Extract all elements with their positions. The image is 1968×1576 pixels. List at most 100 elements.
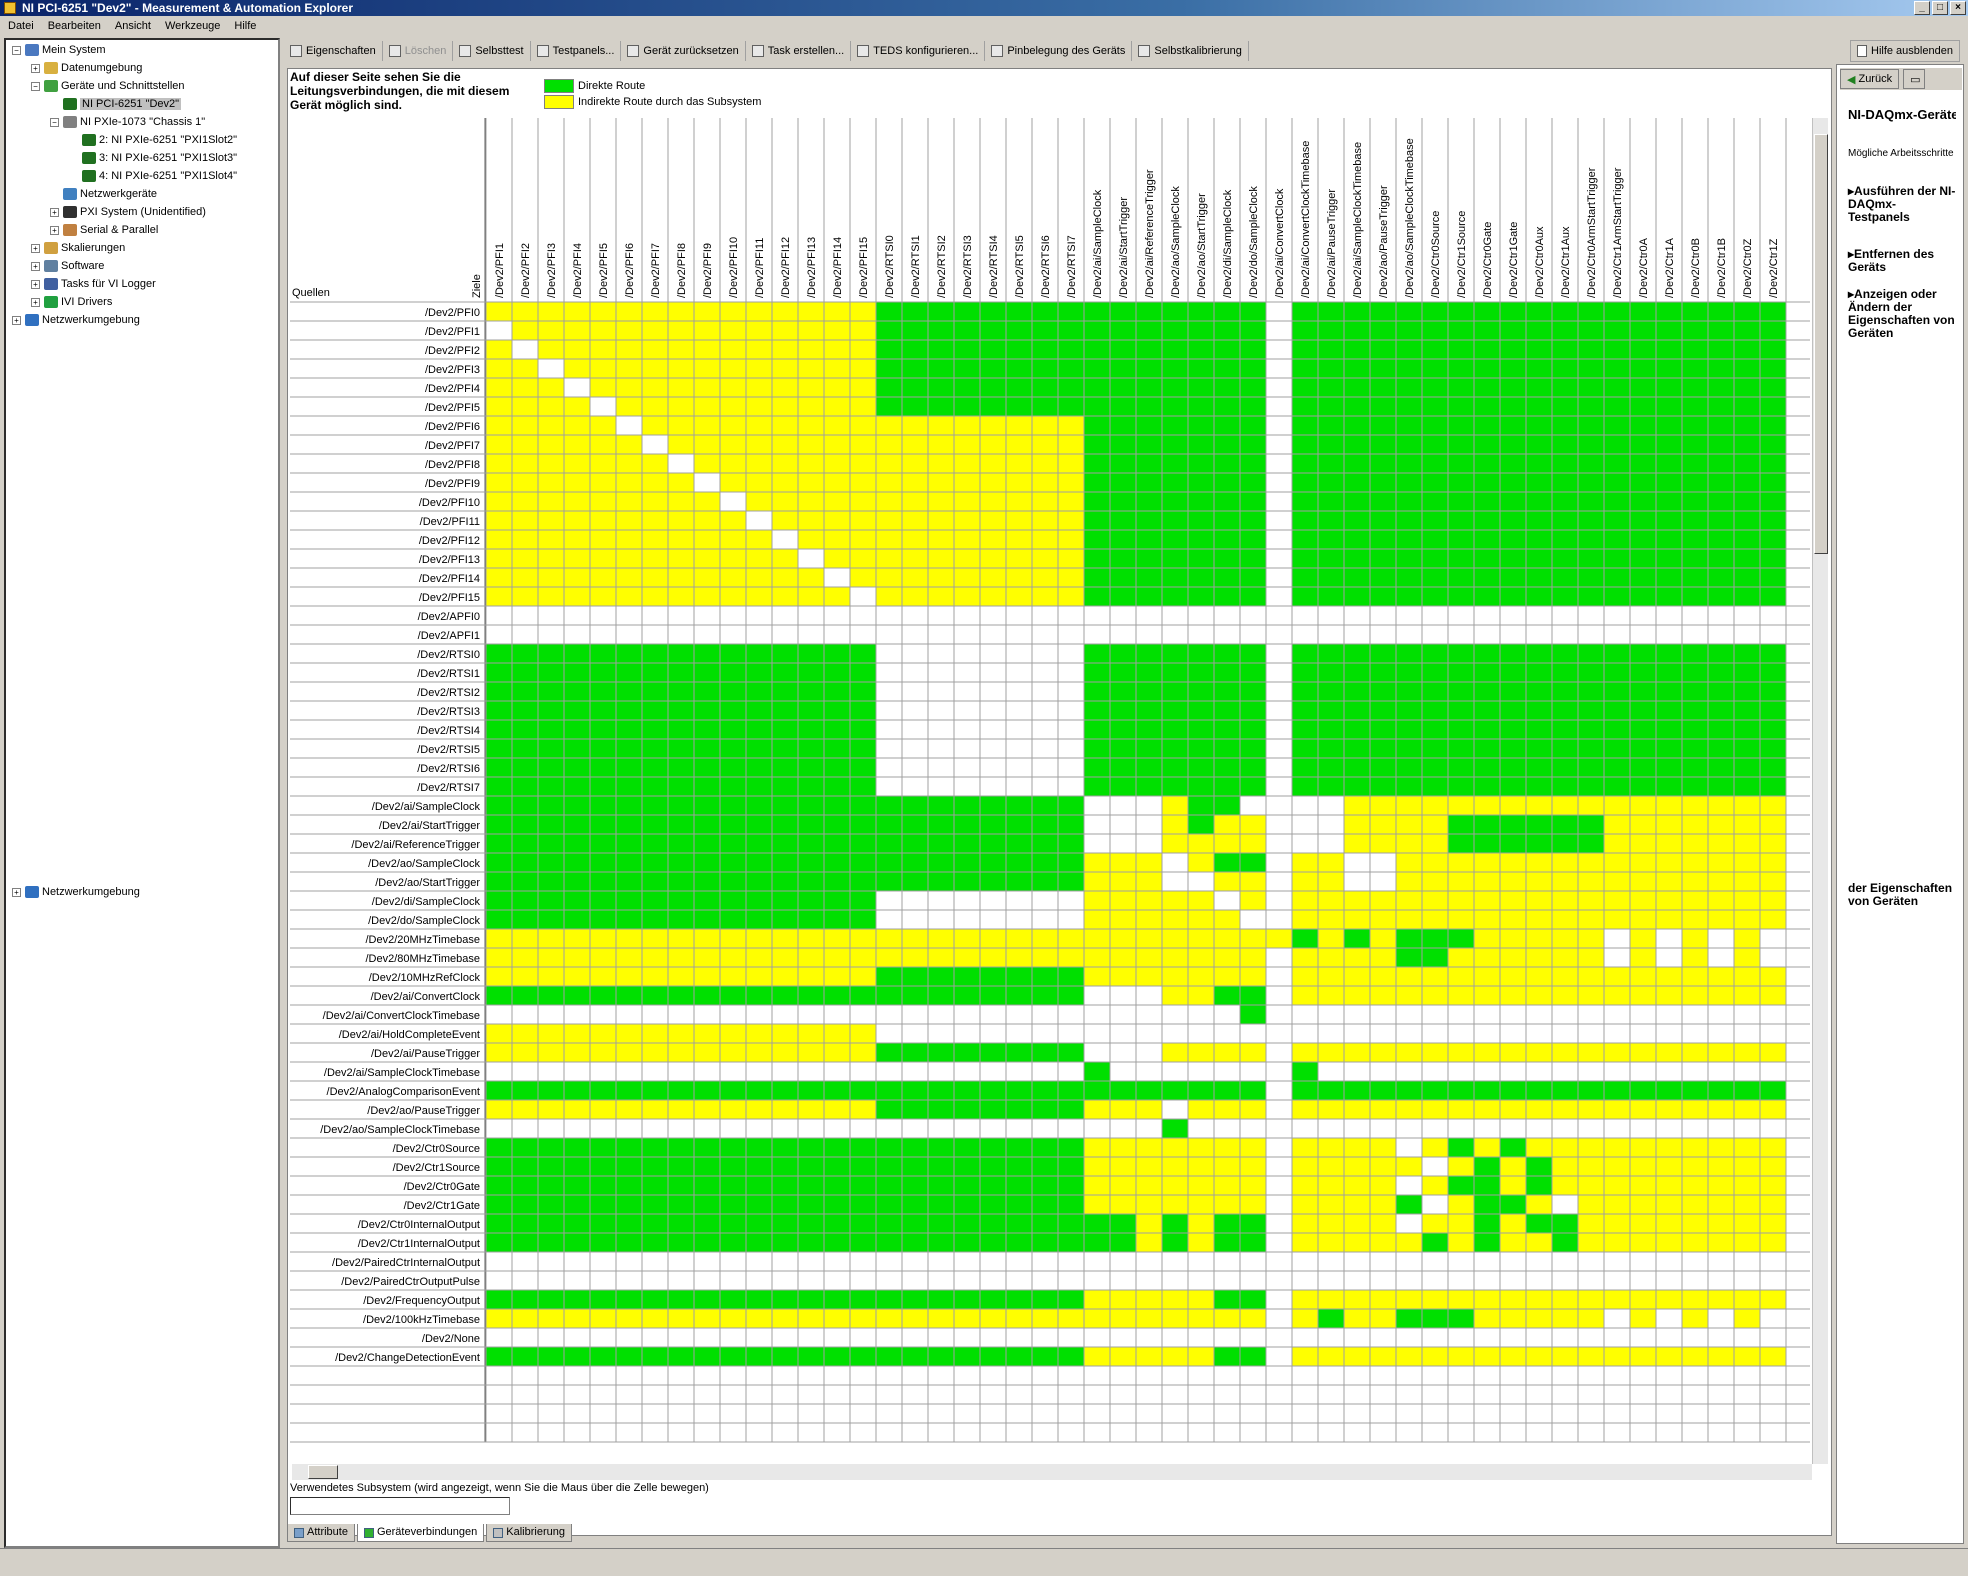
route-cell[interactable]	[850, 682, 876, 701]
route-cell[interactable]	[1084, 454, 1110, 473]
route-cell[interactable]	[1734, 891, 1760, 910]
route-cell[interactable]	[1448, 1081, 1474, 1100]
route-cell[interactable]	[1084, 663, 1110, 682]
route-cell[interactable]	[1370, 815, 1396, 834]
route-cell[interactable]	[694, 1233, 720, 1252]
route-cell[interactable]	[1058, 1309, 1084, 1328]
tree-item[interactable]: Netzwerkgeräte	[50, 186, 157, 202]
route-cell[interactable]	[1578, 473, 1604, 492]
route-cell[interactable]	[564, 872, 590, 891]
route-cell[interactable]	[538, 397, 564, 416]
route-cell[interactable]	[564, 359, 590, 378]
route-cell[interactable]	[1006, 473, 1032, 492]
route-cell[interactable]	[1110, 359, 1136, 378]
route-cell[interactable]	[1292, 568, 1318, 587]
route-cell[interactable]	[1422, 397, 1448, 416]
route-cell[interactable]	[772, 739, 798, 758]
route-cell[interactable]	[980, 625, 1006, 644]
route-cell[interactable]	[590, 796, 616, 815]
route-cell[interactable]	[1292, 815, 1318, 834]
route-cell[interactable]	[1370, 758, 1396, 777]
route-cell[interactable]	[1760, 948, 1786, 967]
route-cell[interactable]	[772, 1100, 798, 1119]
route-cell[interactable]	[850, 1043, 876, 1062]
route-cell[interactable]	[1266, 473, 1292, 492]
route-cell[interactable]	[564, 644, 590, 663]
route-cell[interactable]	[1500, 948, 1526, 967]
route-cell[interactable]	[876, 1138, 902, 1157]
route-cell[interactable]	[1240, 1195, 1266, 1214]
route-cell[interactable]	[1292, 644, 1318, 663]
route-cell[interactable]	[1188, 1062, 1214, 1081]
route-cell[interactable]	[1084, 758, 1110, 777]
route-cell[interactable]	[616, 1062, 642, 1081]
route-cell[interactable]	[1682, 1005, 1708, 1024]
route-cell[interactable]	[512, 739, 538, 758]
route-cell[interactable]	[1136, 1233, 1162, 1252]
route-cell[interactable]	[616, 359, 642, 378]
route-cell[interactable]	[876, 853, 902, 872]
route-cell[interactable]	[1214, 682, 1240, 701]
route-cell[interactable]	[486, 302, 512, 321]
route-cell[interactable]	[824, 1062, 850, 1081]
route-cell[interactable]	[1136, 1100, 1162, 1119]
route-cell[interactable]	[876, 378, 902, 397]
route-cell[interactable]	[1682, 1100, 1708, 1119]
route-cell[interactable]	[564, 302, 590, 321]
route-cell[interactable]	[564, 739, 590, 758]
route-cell[interactable]	[1604, 435, 1630, 454]
route-cell[interactable]	[954, 1309, 980, 1328]
route-cell[interactable]	[1734, 720, 1760, 739]
route-cell[interactable]	[1734, 1119, 1760, 1138]
route-cell[interactable]	[616, 910, 642, 929]
route-cell[interactable]	[1630, 815, 1656, 834]
route-cell[interactable]	[1318, 340, 1344, 359]
route-cell[interactable]	[1630, 1005, 1656, 1024]
route-cell[interactable]	[486, 1214, 512, 1233]
route-cell[interactable]	[1006, 1328, 1032, 1347]
route-cell[interactable]	[1552, 739, 1578, 758]
route-cell[interactable]	[1188, 872, 1214, 891]
route-cell[interactable]	[1162, 701, 1188, 720]
route-cell[interactable]	[1370, 701, 1396, 720]
route-cell[interactable]	[1084, 644, 1110, 663]
route-cell[interactable]	[590, 454, 616, 473]
route-cell[interactable]	[1708, 606, 1734, 625]
route-cell[interactable]	[590, 397, 616, 416]
route-cell[interactable]	[1292, 1309, 1318, 1328]
route-cell[interactable]	[824, 682, 850, 701]
route-cell[interactable]	[1318, 1271, 1344, 1290]
route-cell[interactable]	[772, 929, 798, 948]
route-cell[interactable]	[746, 682, 772, 701]
route-cell[interactable]	[1214, 1195, 1240, 1214]
route-cell[interactable]	[1682, 834, 1708, 853]
route-cell[interactable]	[1162, 397, 1188, 416]
route-cell[interactable]	[694, 340, 720, 359]
route-cell[interactable]	[850, 435, 876, 454]
route-cell[interactable]	[980, 1157, 1006, 1176]
route-cell[interactable]	[1604, 1271, 1630, 1290]
route-cell[interactable]	[720, 1081, 746, 1100]
route-cell[interactable]	[1552, 891, 1578, 910]
route-cell[interactable]	[1214, 1005, 1240, 1024]
route-cell[interactable]	[1084, 777, 1110, 796]
route-cell[interactable]	[1162, 587, 1188, 606]
route-cell[interactable]	[772, 454, 798, 473]
route-cell[interactable]	[1604, 720, 1630, 739]
route-cell[interactable]	[486, 568, 512, 587]
help-options-button[interactable]: ▭	[1903, 69, 1926, 89]
route-cell[interactable]	[1214, 777, 1240, 796]
route-cell[interactable]	[1214, 701, 1240, 720]
route-cell[interactable]	[1604, 511, 1630, 530]
route-cell[interactable]	[590, 1309, 616, 1328]
route-cell[interactable]	[798, 1214, 824, 1233]
route-cell[interactable]	[616, 321, 642, 340]
route-cell[interactable]	[1656, 1119, 1682, 1138]
route-cell[interactable]	[1552, 321, 1578, 340]
route-cell[interactable]	[1552, 454, 1578, 473]
expand-icon[interactable]: +	[50, 225, 59, 235]
route-cell[interactable]	[1760, 986, 1786, 1005]
route-cell[interactable]	[1292, 1195, 1318, 1214]
route-cell[interactable]	[1292, 1157, 1318, 1176]
route-cell[interactable]	[928, 340, 954, 359]
